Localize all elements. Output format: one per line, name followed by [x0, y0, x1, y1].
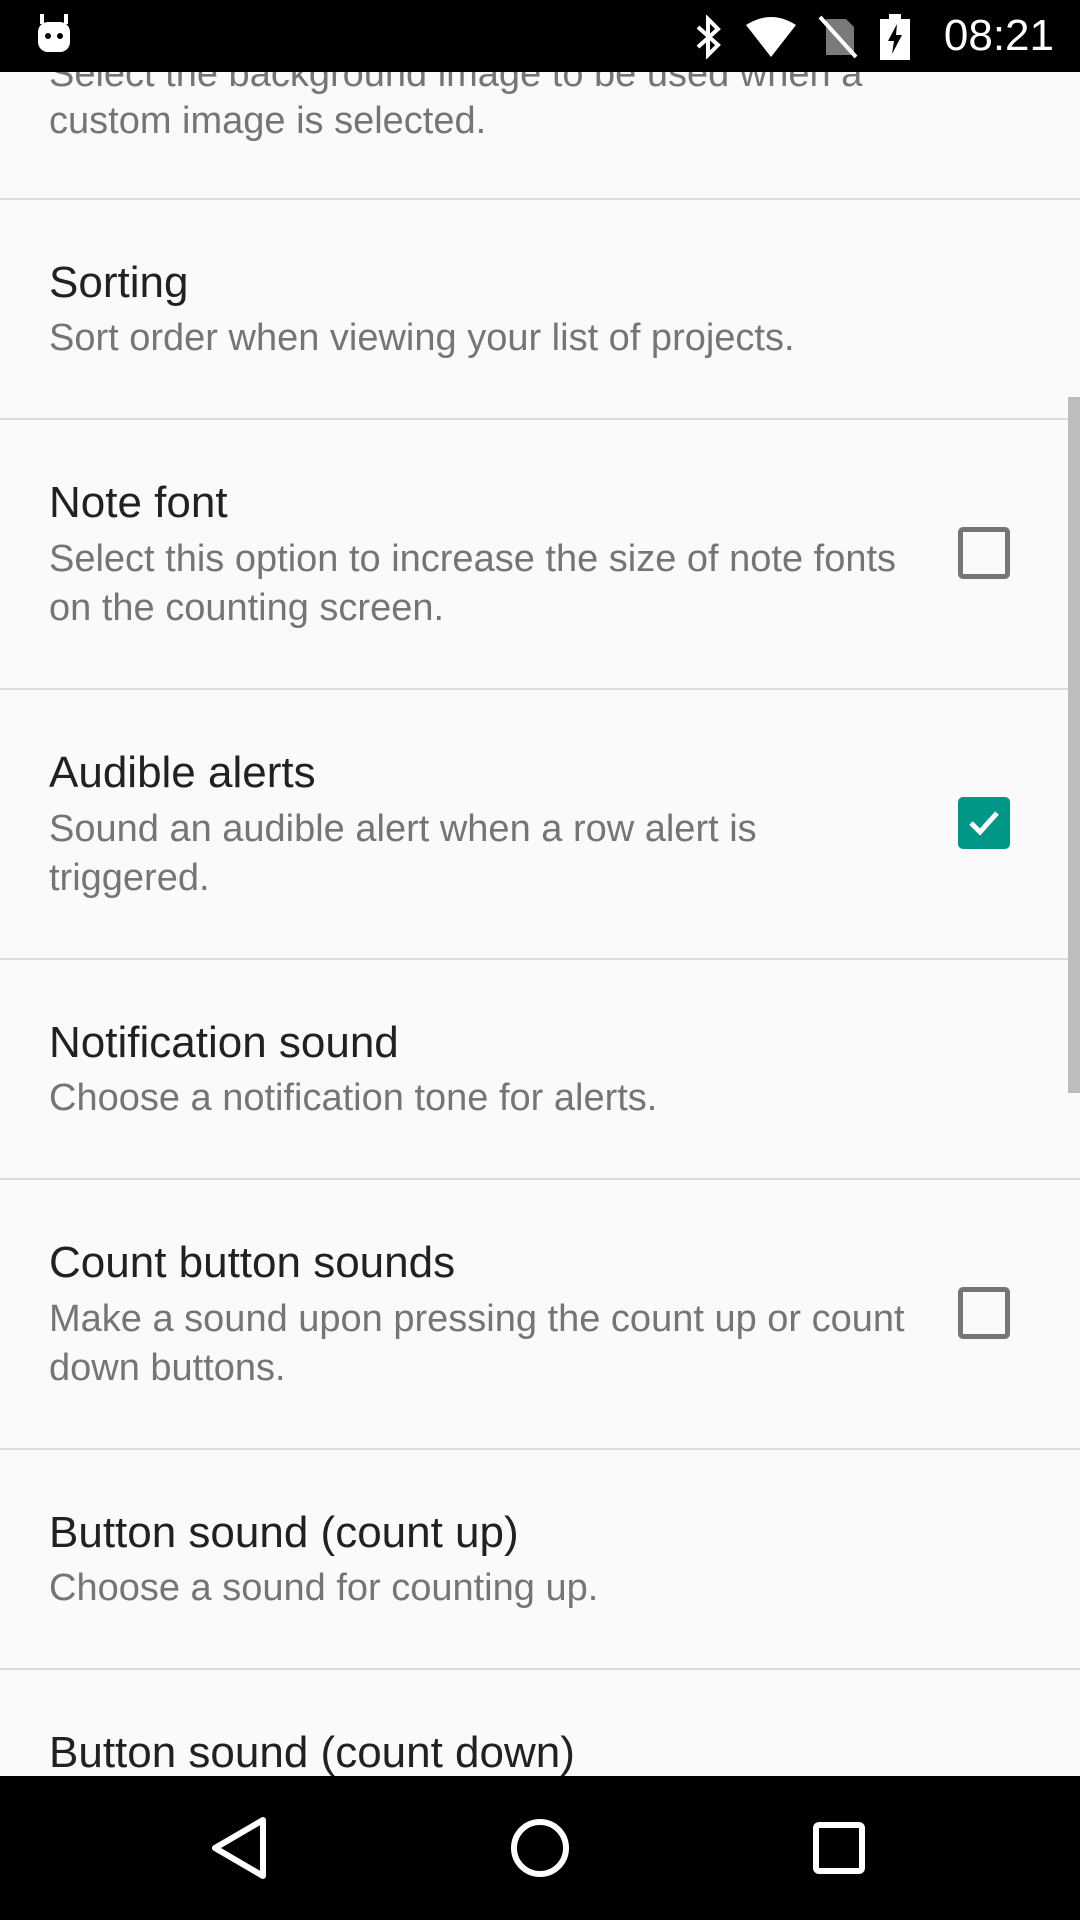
battery-charging-icon	[880, 14, 910, 65]
status-time: 08:21	[943, 11, 1054, 60]
no-sim-icon	[818, 15, 858, 64]
home-icon[interactable]	[490, 1798, 590, 1898]
setting-summary: Select this option to increase the size …	[49, 538, 897, 629]
setting-title: Audible alerts	[49, 748, 316, 797]
setting-notification-sound[interactable]: Notification sound Choose a notification…	[0, 960, 1080, 1178]
setting-audible-alerts[interactable]: Audible alerts Sound an audible alert wh…	[0, 690, 1080, 958]
setting-title: Button sound (count up)	[49, 1508, 519, 1557]
navigation-bar	[0, 1776, 1080, 1920]
setting-summary: Make a sound upon pressing the count up …	[49, 1298, 905, 1389]
setting-title: Button sound (count down)	[49, 1728, 575, 1776]
scrollbar[interactable]	[1068, 397, 1080, 1093]
setting-summary: Choose a sound for counting up.	[49, 1567, 599, 1609]
setting-summary: Sort order when viewing your list of pro…	[49, 317, 795, 359]
setting-title: Sorting	[49, 258, 189, 307]
recents-icon[interactable]	[789, 1798, 889, 1898]
setting-summary: Select the background image to be used w…	[49, 72, 863, 95]
setting-title: Notification sound	[49, 1018, 399, 1067]
settings-list[interactable]: Select the background image to be used w…	[0, 72, 1080, 1776]
setting-button-sound-count-down[interactable]: Button sound (count down)	[0, 1670, 1080, 1776]
count-button-sounds-checkbox[interactable]	[958, 1287, 1010, 1339]
status-bar: 08:21	[0, 0, 1080, 72]
setting-count-button-sounds[interactable]: Count button sounds Make a sound upon pr…	[0, 1180, 1080, 1448]
wifi-icon	[746, 17, 796, 62]
audible-alerts-checkbox[interactable]	[958, 797, 1010, 849]
setting-button-sound-count-up[interactable]: Button sound (count up) Choose a sound f…	[0, 1450, 1080, 1668]
setting-sorting[interactable]: Sorting Sort order when viewing your lis…	[0, 200, 1080, 418]
bluetooth-icon	[694, 14, 724, 64]
setting-summary: Choose a notification tone for alerts.	[49, 1077, 658, 1119]
note-font-checkbox[interactable]	[958, 527, 1010, 579]
setting-note-font[interactable]: Note font Select this option to increase…	[0, 420, 1080, 688]
setting-background-image[interactable]: Select the background image to be used w…	[0, 72, 1080, 198]
android-robot-icon	[36, 14, 72, 59]
setting-summary: Sound an audible alert when a row alert …	[49, 808, 757, 899]
back-icon[interactable]	[191, 1798, 291, 1898]
setting-summary-continued: custom image is selected.	[49, 100, 487, 142]
setting-title: Count button sounds	[49, 1238, 456, 1287]
checkmark-icon	[969, 811, 999, 836]
setting-title: Note font	[49, 478, 228, 527]
